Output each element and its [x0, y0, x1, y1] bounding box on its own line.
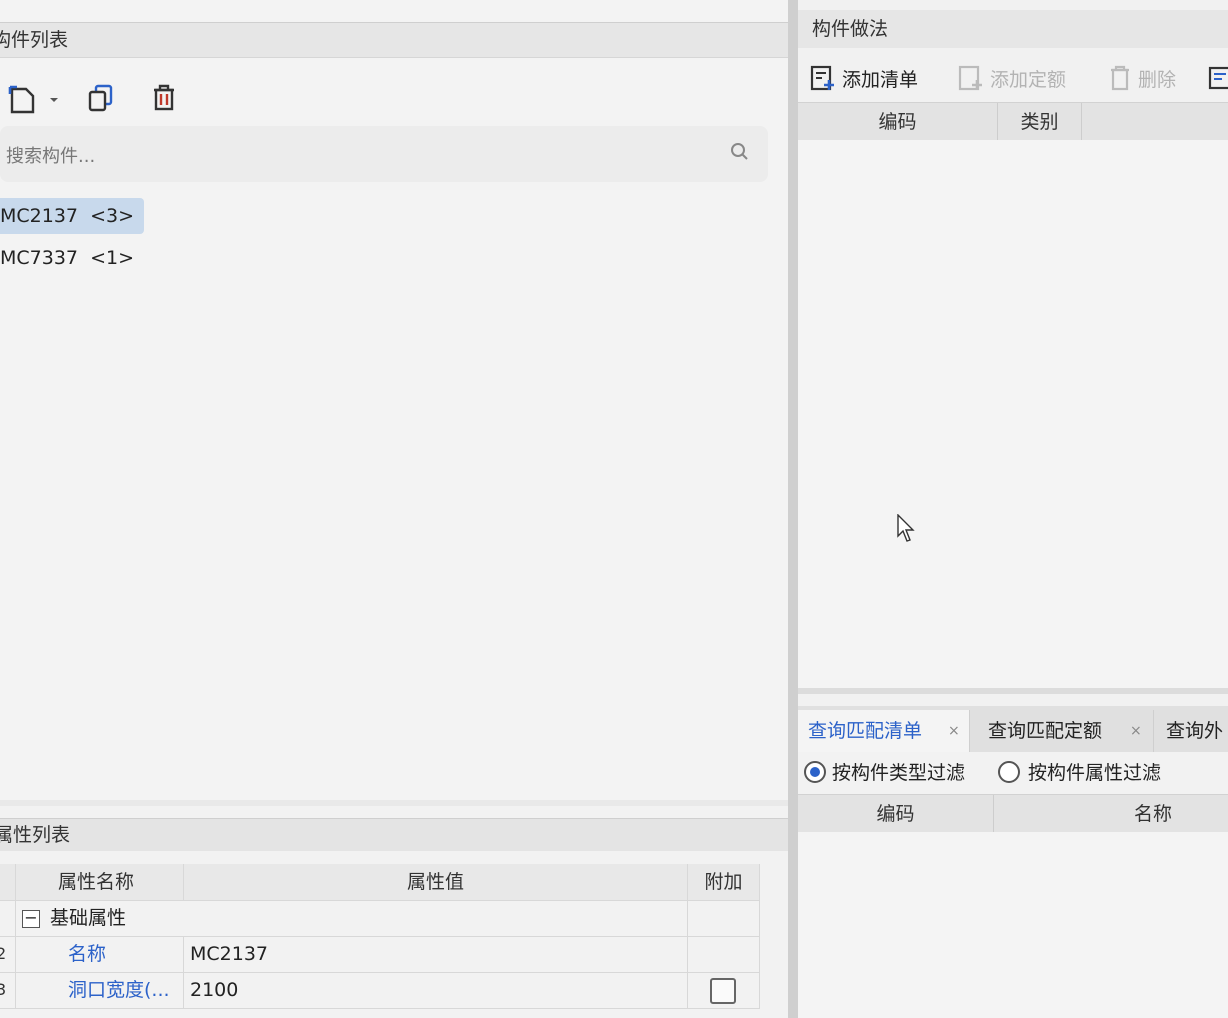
- search-icon[interactable]: [730, 142, 750, 162]
- add-list-button[interactable]: 添加清单: [810, 62, 918, 94]
- add-quota-icon: [958, 65, 982, 91]
- delete-method-button[interactable]: 删除: [1108, 62, 1176, 94]
- column-code[interactable]: 编码: [798, 103, 998, 141]
- dropdown-arrow-icon: [50, 98, 58, 102]
- tab-query-match-quota[interactable]: 查询匹配定额 ×: [978, 710, 1154, 752]
- delete-icon: [1111, 65, 1129, 91]
- new-component-button[interactable]: [4, 82, 40, 118]
- property-extra: [688, 936, 760, 972]
- row-number: 3: [0, 972, 16, 1008]
- more-tools-button[interactable]: [1208, 62, 1228, 94]
- property-list-panel: 属性列表 属性名称 属性值 附加 − 基础属性 2 名称 MC2137 3 洞口…: [0, 806, 788, 1018]
- component-item-mc2137[interactable]: MC2137 <3>: [0, 198, 145, 234]
- copy-icon: [88, 84, 113, 112]
- property-group-extra: [688, 900, 760, 936]
- column-extra[interactable]: 附加: [688, 864, 760, 900]
- property-value[interactable]: 2100: [184, 972, 688, 1008]
- property-table-header: 属性名称 属性值 附加: [0, 864, 760, 901]
- component-toolbar: [0, 70, 780, 122]
- new-component-dropdown[interactable]: [46, 88, 62, 112]
- property-list-header: 属性列表: [0, 818, 788, 851]
- add-list-label: 添加清单: [842, 68, 919, 91]
- column-property-value[interactable]: 属性值: [184, 864, 688, 900]
- component-method-header: 构件做法: [798, 10, 1228, 48]
- column-result-name[interactable]: 名称: [994, 795, 1228, 833]
- add-list-icon: [810, 65, 834, 91]
- row-number: 2: [0, 936, 16, 972]
- column-category[interactable]: 类别: [998, 103, 1082, 141]
- query-tabs: 查询匹配清单 × 查询匹配定额 × 查询外: [798, 706, 1228, 752]
- property-group-value: [184, 900, 688, 936]
- row-number: [0, 900, 16, 936]
- tab-query-match-quota-label: 查询匹配定额: [988, 720, 1103, 742]
- component-method-panel: 构件做法 添加清单 添加定额 删除 编码 类别 查询匹配清单 × 查询匹配定额 …: [798, 0, 1228, 1018]
- panel-splitter[interactable]: [788, 0, 798, 1018]
- component-method-title: 构件做法: [812, 18, 889, 40]
- mouse-cursor-icon: [897, 514, 915, 542]
- property-row: 3 洞口宽度(... 2100: [0, 972, 760, 1009]
- property-group-label: 基础属性: [50, 907, 127, 929]
- close-icon[interactable]: ×: [948, 710, 960, 752]
- filter-by-type-radio[interactable]: [804, 761, 826, 783]
- property-group-row[interactable]: − 基础属性: [0, 900, 760, 937]
- property-list-title: 属性列表: [0, 824, 71, 846]
- tab-query-match-list[interactable]: 查询匹配清单 ×: [798, 710, 970, 752]
- property-extra: [688, 972, 760, 1008]
- tab-query-external[interactable]: 查询外: [1156, 710, 1228, 752]
- extra-checkbox[interactable]: [710, 978, 736, 1004]
- method-grid-body[interactable]: [798, 140, 1228, 694]
- delete-method-label: 删除: [1138, 68, 1177, 91]
- component-item-mc7337[interactable]: MC7337 <1>: [0, 240, 144, 276]
- method-toolbar: 添加清单 添加定额 删除: [798, 54, 1228, 100]
- column-result-code[interactable]: 编码: [798, 795, 994, 833]
- new-icon: [8, 85, 35, 114]
- collapse-icon[interactable]: −: [22, 910, 40, 928]
- result-grid-body[interactable]: [798, 832, 1228, 1018]
- component-search-input[interactable]: [4, 140, 708, 172]
- list-settings-icon: [1208, 66, 1228, 90]
- filter-by-attribute-radio[interactable]: [998, 761, 1020, 783]
- component-list-panel: 构件列表 搜索构件... MC2137 <3> MC7337 <1>: [0, 0, 788, 800]
- delete-icon: [154, 84, 174, 111]
- add-quota-button[interactable]: 添加定额: [958, 62, 1066, 94]
- filter-options: 按构件类型过滤 按构件属性过滤: [798, 752, 1228, 794]
- property-row: 2 名称 MC2137: [0, 936, 760, 973]
- tab-query-match-list-label: 查询匹配清单: [808, 720, 923, 742]
- component-list-title: 构件列表: [0, 29, 69, 51]
- copy-component-button[interactable]: [84, 80, 118, 116]
- component-list-header: 构件列表: [0, 22, 788, 58]
- row-number-header: [0, 864, 16, 900]
- column-property-name[interactable]: 属性名称: [16, 864, 184, 900]
- filter-by-attribute-label[interactable]: 按构件属性过滤: [1028, 752, 1161, 794]
- close-icon[interactable]: ×: [1130, 710, 1142, 752]
- tab-query-external-label: 查询外: [1166, 720, 1224, 742]
- property-value[interactable]: MC2137: [184, 936, 688, 972]
- property-name: 名称: [16, 936, 184, 972]
- filter-by-type-label[interactable]: 按构件类型过滤: [832, 752, 965, 794]
- component-search-box: [0, 126, 768, 182]
- result-grid-header: 编码 名称: [798, 794, 1228, 834]
- property-name: 洞口宽度(...: [16, 972, 184, 1008]
- add-quota-label: 添加定额: [990, 68, 1067, 91]
- delete-component-button[interactable]: [148, 80, 180, 116]
- method-grid-header: 编码 类别: [798, 102, 1228, 142]
